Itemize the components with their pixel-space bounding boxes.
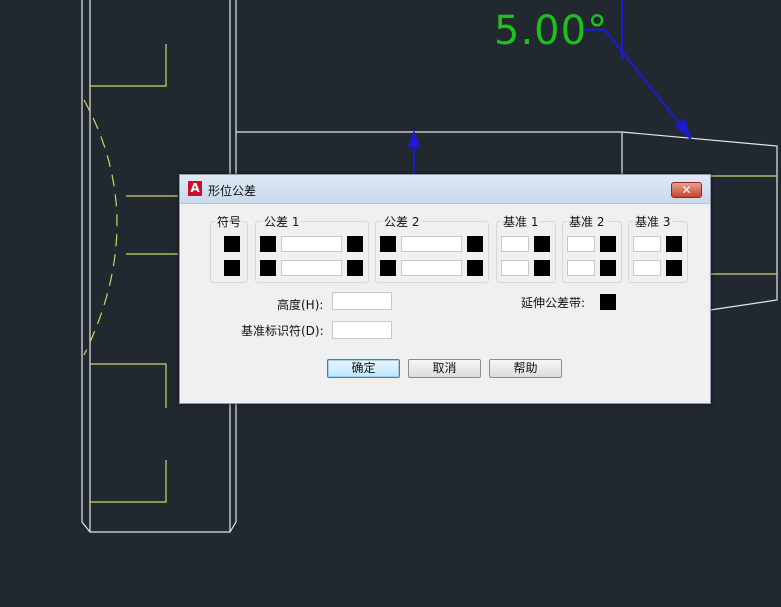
geometric-tolerance-dialog: A 形位公差 ✕ 符号 公差 1 公差 2 基准 1 基准 2 基准 3 高度(… — [179, 174, 711, 404]
projected-zone-swatch[interactable] — [600, 294, 616, 310]
datum-identifier-label: 基准标识符(D): — [241, 324, 324, 338]
tol1-material-swatch-2[interactable] — [347, 260, 363, 276]
projected-zone-label: 延伸公差带: — [521, 296, 586, 310]
symbol-swatch-1[interactable] — [224, 236, 240, 252]
datum1-material-swatch-2[interactable] — [534, 260, 550, 276]
arrow-head — [407, 130, 421, 147]
datum1-field-1[interactable] — [501, 236, 529, 252]
ok-button[interactable]: 确定 — [327, 359, 400, 378]
close-button[interactable]: ✕ — [671, 182, 702, 198]
datum3-field-2[interactable] — [633, 260, 661, 276]
tol1-value-field-1[interactable] — [281, 236, 342, 252]
datum1-material-swatch-1[interactable] — [534, 236, 550, 252]
tolerance-2-label: 公差 2 — [382, 213, 422, 230]
datum-1-group: 基准 1 — [496, 213, 556, 283]
datum-3-label: 基准 3 — [633, 213, 673, 230]
datum2-material-swatch-2[interactable] — [600, 260, 616, 276]
tol1-diameter-swatch-1[interactable] — [260, 236, 276, 252]
datum-1-label: 基准 1 — [501, 213, 541, 230]
tol2-value-field-2[interactable] — [401, 260, 462, 276]
datum3-material-swatch-2[interactable] — [666, 260, 682, 276]
close-icon: ✕ — [681, 183, 692, 197]
help-button[interactable]: 帮助 — [489, 359, 562, 378]
datum1-field-2[interactable] — [501, 260, 529, 276]
datum-2-label: 基准 2 — [567, 213, 607, 230]
dialog-title: 形位公差 — [208, 184, 257, 198]
dimension-text: 5.00° — [494, 8, 609, 54]
datum-2-group: 基准 2 — [562, 213, 622, 283]
datum-identifier-field[interactable] — [332, 321, 392, 339]
cancel-button[interactable]: 取消 — [408, 359, 481, 378]
dashed-arc — [83, 99, 118, 356]
tolerance-1-label: 公差 1 — [262, 213, 302, 230]
datum2-field-1[interactable] — [567, 236, 595, 252]
tol1-diameter-swatch-2[interactable] — [260, 260, 276, 276]
hatch-line — [90, 363, 167, 408]
datum3-material-swatch-1[interactable] — [666, 236, 682, 252]
tol2-material-swatch-2[interactable] — [467, 260, 483, 276]
tol1-value-field-2[interactable] — [281, 260, 342, 276]
tolerance-2-group: 公差 2 — [375, 213, 489, 283]
datum3-field-1[interactable] — [633, 236, 661, 252]
tol1-material-swatch-1[interactable] — [347, 236, 363, 252]
datum2-material-swatch-1[interactable] — [600, 236, 616, 252]
height-field[interactable] — [332, 292, 392, 310]
symbol-label: 符号 — [215, 213, 244, 230]
symbol-swatch-2[interactable] — [224, 260, 240, 276]
tol2-material-swatch-1[interactable] — [467, 236, 483, 252]
tolerance-1-group: 公差 1 — [255, 213, 369, 283]
tol2-diameter-swatch-2[interactable] — [380, 260, 396, 276]
symbol-group: 符号 — [210, 213, 248, 283]
datum-3-group: 基准 3 — [628, 213, 688, 283]
hatch-line — [90, 44, 167, 87]
tol2-diameter-swatch-1[interactable] — [380, 236, 396, 252]
datum2-field-2[interactable] — [567, 260, 595, 276]
title-bar[interactable]: A 形位公差 ✕ — [180, 175, 710, 204]
tol2-value-field-1[interactable] — [401, 236, 462, 252]
hatch-line — [90, 460, 167, 503]
height-label: 高度(H): — [277, 298, 324, 312]
autocad-logo-icon: A — [188, 181, 202, 196]
